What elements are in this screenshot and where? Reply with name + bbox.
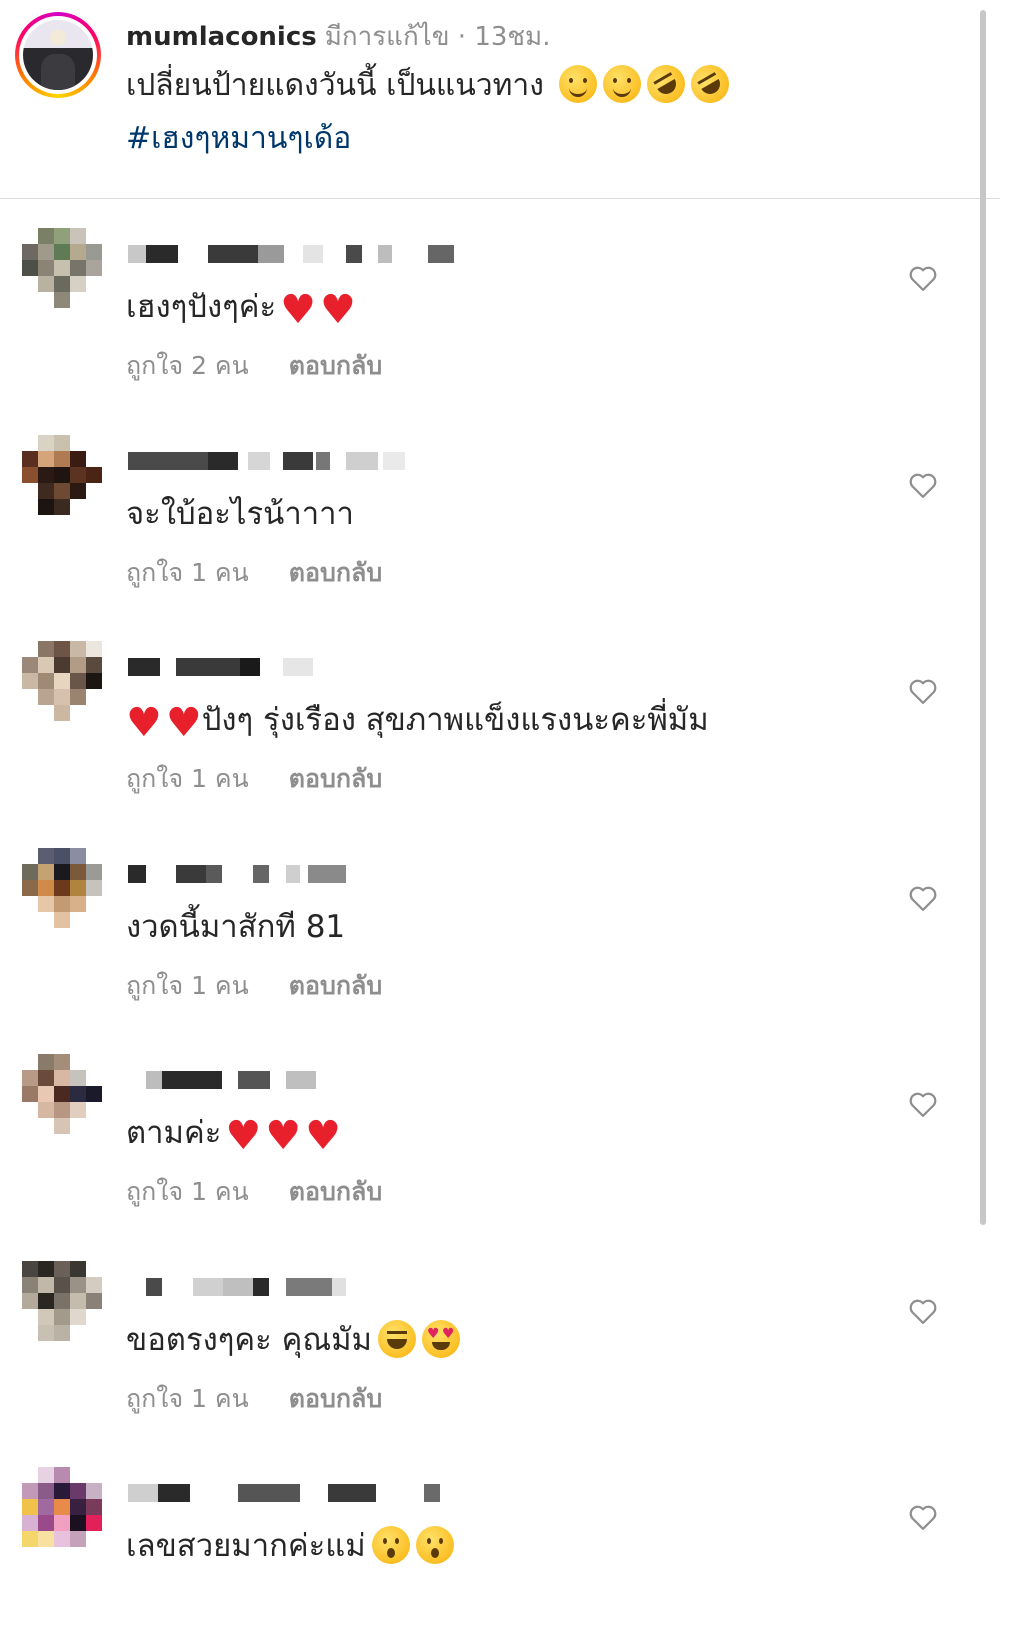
heart-outline-icon[interactable] (908, 884, 938, 912)
commenter-avatar-blurred[interactable] (22, 641, 102, 721)
smiling-face-emoji (603, 65, 642, 103)
red-heart-emoji: ♥ (320, 287, 356, 333)
scrollbar[interactable] (980, 10, 986, 1225)
rolling-laughing-emoji (640, 58, 693, 110)
commenter-avatar-blurred[interactable] (22, 1467, 102, 1547)
commenter-username-blurred[interactable] (128, 452, 458, 472)
commenter-username-blurred[interactable] (128, 1278, 458, 1298)
reply-button[interactable]: ตอบกลับ (289, 351, 382, 380)
comment-meta: ถูกใจ 1 คน ตอบกลับ (126, 759, 382, 799)
caption-text: เปลี่ยนป้ายแดงวันนี้ เป็นแนวทาง (126, 58, 737, 110)
commenter-username-blurred[interactable] (128, 1484, 458, 1504)
comment-item: เฮงๆปังๆค่ะ ♥ ♥ ถูกใจ 2 คน ตอบกลับ (0, 206, 1000, 406)
comment-text-body: เฮงๆปังๆค่ะ (126, 289, 277, 325)
caption-header: mumlaconics มีการแก้ไข · 13ชม. (126, 16, 550, 57)
post-caption: mumlaconics มีการแก้ไข · 13ชม. เปลี่ยนป้า… (0, 0, 1000, 199)
rolling-laughing-emoji (684, 58, 737, 110)
comment-meta: ถูกใจ 1 คน ตอบกลับ (126, 1379, 382, 1419)
surprised-face-emoji (415, 1526, 454, 1564)
commenter-username-blurred[interactable] (128, 658, 458, 678)
like-count[interactable]: ถูกใจ 1 คน (126, 558, 249, 587)
comment-text-body: ปังๆ รุ่งเรือง สุขภาพแข็งแรงนะคะพี่มัม (201, 702, 709, 738)
reply-button[interactable]: ตอบกลับ (289, 1177, 382, 1206)
comment-meta: ถูกใจ 2 คน ตอบกลับ (126, 346, 382, 386)
red-heart-emoji: ♥ (225, 1113, 262, 1159)
caption-meta: มีการแก้ไข · 13ชม. (324, 22, 551, 52)
reply-button[interactable]: ตอบกลับ (289, 1384, 382, 1413)
comment-meta: ถูกใจ 1 คน ตอบกลับ (126, 553, 382, 593)
red-heart-emoji: ♥ (280, 287, 317, 333)
comment-text: งวดนี้มาสักที 81 (126, 909, 346, 945)
heart-outline-icon[interactable] (908, 1090, 938, 1118)
comment-item: ตามค่ะ ♥ ♥ ♥ ถูกใจ 1 คน ตอบกลับ (0, 1032, 1000, 1232)
reply-button[interactable]: ตอบกลับ (289, 558, 382, 587)
comment-meta: ถูกใจ 1 คน ตอบกลับ (126, 1172, 382, 1212)
comment-text-body: เลขสวยมากค่ะแม่ (126, 1528, 366, 1564)
comment-text-body: ตามค่ะ (126, 1115, 222, 1151)
commenter-username-blurred[interactable] (128, 245, 458, 265)
comment-text: ขอตรงๆคะ คุณมัม (126, 1314, 460, 1364)
heart-eyes-emoji (422, 1320, 460, 1358)
comment-text: จะใบ้อะไรน้าาาา (126, 496, 354, 532)
comment-text: เฮงๆปังๆค่ะ ♥ ♥ (126, 281, 356, 331)
like-count[interactable]: ถูกใจ 1 คน (126, 1384, 249, 1413)
red-heart-emoji: ♥ (305, 1113, 341, 1159)
surprised-face-emoji (371, 1526, 410, 1564)
commenter-avatar-blurred[interactable] (22, 848, 102, 928)
caption-text-body: เปลี่ยนป้ายแดงวันนี้ เป็นแนวทาง (126, 68, 544, 103)
reply-button[interactable]: ตอบกลับ (289, 971, 382, 1000)
smiling-face-emoji (559, 65, 598, 103)
commenter-avatar-blurred[interactable] (22, 435, 102, 515)
like-count[interactable]: ถูกใจ 1 คน (126, 1177, 249, 1206)
comment-item: ♥ ♥ปังๆ รุ่งเรือง สุขภาพแข็งแรงนะคะพี่มัม… (0, 619, 1000, 819)
commenter-avatar-blurred[interactable] (22, 1261, 102, 1341)
comment-item: ขอตรงๆคะ คุณมัม ถูกใจ 1 คน ตอบกลับ (0, 1239, 1000, 1439)
heart-outline-icon[interactable] (908, 264, 938, 292)
commenter-avatar-blurred[interactable] (22, 1054, 102, 1134)
reply-button[interactable]: ตอบกลับ (289, 764, 382, 793)
heart-outline-icon[interactable] (908, 471, 938, 499)
comment-text: เลขสวยมากค่ะแม่ (126, 1520, 454, 1570)
red-heart-emoji: ♥ (165, 700, 202, 746)
commenter-username-blurred[interactable] (128, 1071, 458, 1091)
commenter-avatar-blurred[interactable] (22, 228, 102, 308)
red-heart-emoji: ♥ (126, 700, 162, 746)
author-username[interactable]: mumlaconics (126, 22, 317, 52)
commenter-username-blurred[interactable] (128, 865, 458, 885)
like-count[interactable]: ถูกใจ 1 คน (126, 971, 249, 1000)
comment-meta: ถูกใจ 1 คน ตอบกลับ (126, 966, 382, 1006)
comment-text: ตามค่ะ ♥ ♥ ♥ (126, 1107, 341, 1157)
heart-outline-icon[interactable] (908, 1503, 938, 1531)
comment-item: เลขสวยมากค่ะแม่ (0, 1445, 1000, 1645)
author-avatar[interactable] (15, 12, 101, 98)
comment-text-body: ขอตรงๆคะ คุณมัม (126, 1322, 372, 1358)
like-count[interactable]: ถูกใจ 1 คน (126, 764, 249, 793)
comment-text: ♥ ♥ปังๆ รุ่งเรือง สุขภาพแข็งแรงนะคะพี่มัม (126, 694, 709, 744)
caption-hashtag[interactable]: #เฮงๆหมานๆเด้อ (126, 115, 351, 162)
heart-outline-icon[interactable] (908, 677, 938, 705)
comment-item: งวดนี้มาสักที 81 ถูกใจ 1 คน ตอบกลับ (0, 826, 1000, 1026)
heart-outline-icon[interactable] (908, 1297, 938, 1325)
like-count[interactable]: ถูกใจ 2 คน (126, 351, 249, 380)
red-heart-emoji: ♥ (265, 1113, 302, 1159)
face-with-tears-of-joy-emoji (378, 1320, 416, 1358)
comment-item: จะใบ้อะไรน้าาาา ถูกใจ 1 คน ตอบกลับ (0, 413, 1000, 613)
